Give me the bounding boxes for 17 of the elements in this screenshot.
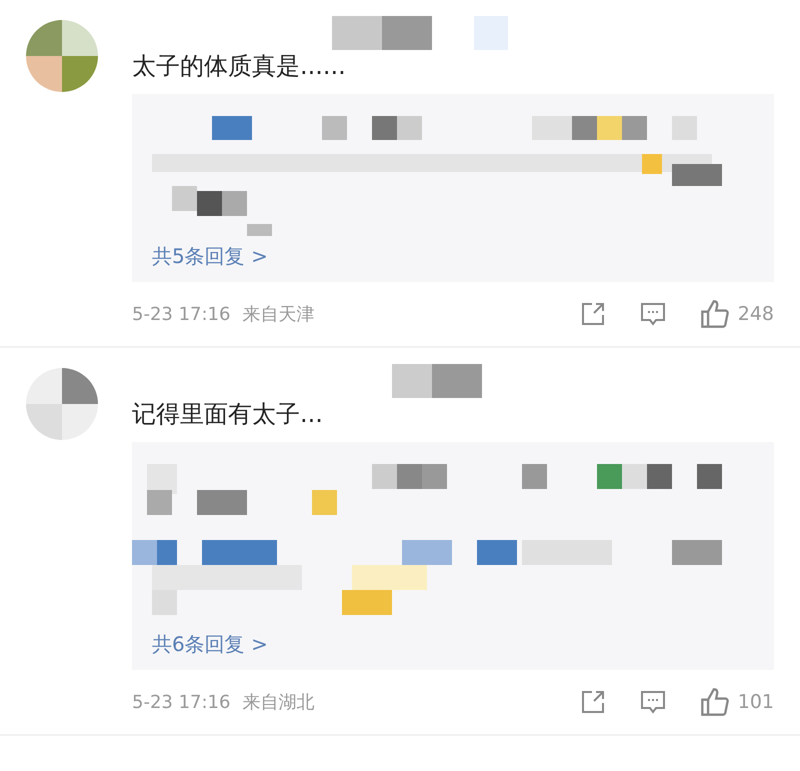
comment-location: 来自湖北 <box>242 691 316 714</box>
comment-time: 5-23 17:16 <box>132 304 230 324</box>
comment-icon[interactable] <box>640 301 666 327</box>
comment-text: 太子的体质真是...... <box>132 51 347 82</box>
share-icon[interactable] <box>580 301 606 327</box>
comment-time: 5-23 17:16 <box>132 692 230 712</box>
more-replies-link[interactable]: 共6条回复 > <box>152 631 268 658</box>
thumbs-up-icon[interactable] <box>700 687 730 717</box>
like-count: 248 <box>738 303 774 325</box>
share-icon[interactable] <box>580 689 606 715</box>
thumbs-up-icon[interactable] <box>700 299 730 329</box>
comment-icon[interactable] <box>640 689 666 715</box>
like-count: 101 <box>738 691 774 713</box>
comment-location: 来自天津 <box>242 303 316 326</box>
more-replies-link[interactable]: 共5条回复 > <box>152 243 268 270</box>
comment-text: 记得里面有太子... <box>132 399 324 430</box>
avatar-icon[interactable] <box>26 20 98 92</box>
